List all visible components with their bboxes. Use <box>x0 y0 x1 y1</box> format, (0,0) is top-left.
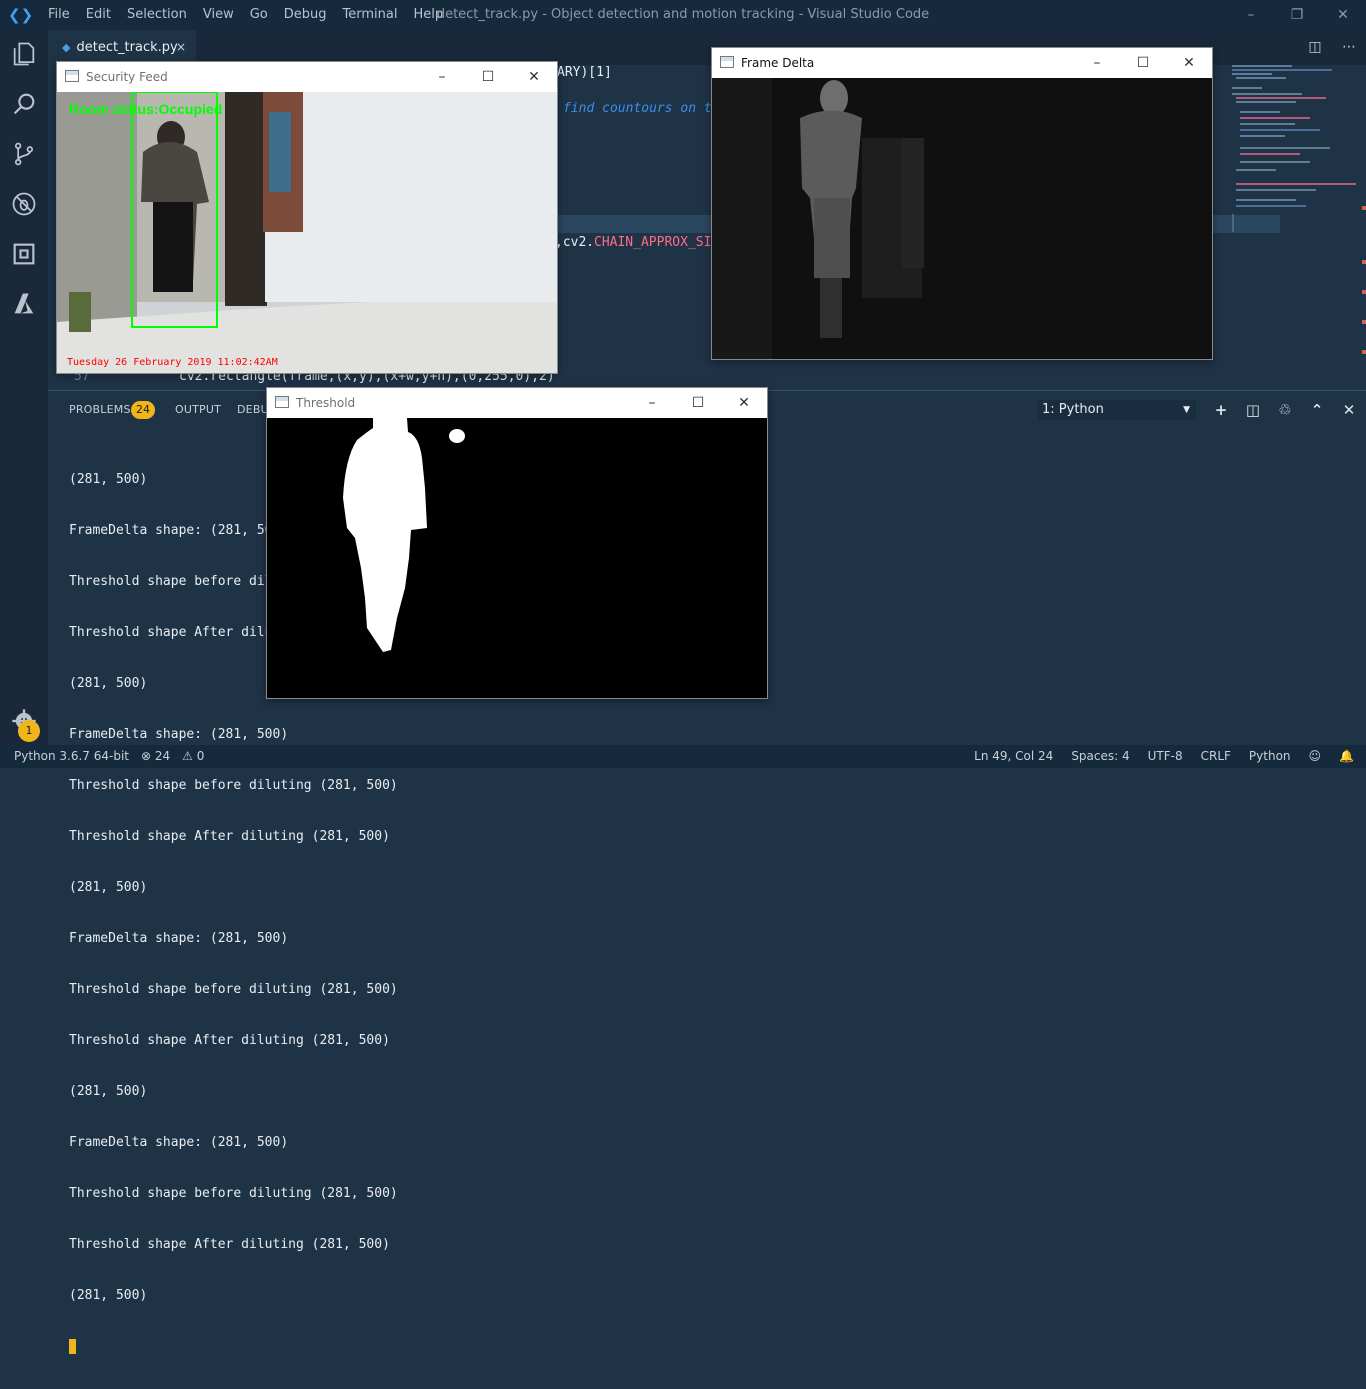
camera-frame: Room status:Occupied Tuesday 26 February… <box>57 92 557 373</box>
python-file-icon: ◆ <box>62 41 71 54</box>
problems-count-badge: 24 <box>131 401 155 419</box>
terminal-line: (281, 500) <box>69 1084 148 1099</box>
extensions-icon[interactable] <box>0 230 48 278</box>
terminal-line: Threshold shape After diluting (281, 500… <box>69 1237 390 1252</box>
terminal-line: Threshold shape before diluting (281, 50… <box>69 982 398 997</box>
more-actions-icon[interactable]: ⋯ <box>1332 30 1366 65</box>
terminal-selector[interactable]: 1: Python ▼ <box>1038 400 1196 420</box>
maximize-button[interactable]: ☐ <box>675 388 721 418</box>
terminal-cursor <box>69 1339 76 1354</box>
minimize-button[interactable]: – <box>1074 48 1120 78</box>
terminal-line: Threshold shape before diluting (281, 50… <box>69 1186 398 1201</box>
split-editor-icon[interactable]: ◫ <box>1298 30 1332 65</box>
menu-terminal[interactable]: Terminal <box>335 0 406 30</box>
threshold-window[interactable]: Threshold – ☐ ✕ <box>266 387 768 699</box>
kill-terminal-icon[interactable]: ♲ <box>1269 391 1301 429</box>
camera-image: Room status:Occupied Tuesday 26 February… <box>57 92 557 373</box>
search-icon[interactable] <box>0 80 48 128</box>
tab-output[interactable]: OUTPUT <box>175 403 221 416</box>
window-titlebar[interactable]: Security Feed – ☐ ✕ <box>57 62 557 92</box>
terminal-line: FrameDelta shape: (281, 500) <box>69 931 289 946</box>
cursor-position[interactable]: Ln 49, Col 24 <box>974 745 1053 768</box>
threshold-image <box>267 418 767 698</box>
split-terminal-icon[interactable]: ◫ <box>1237 391 1269 429</box>
terminal-line: Threshold shape After diluting (281, 500… <box>69 829 390 844</box>
vscode-logo-icon: ❮❯ <box>8 6 34 24</box>
code-constant: CHAIN_APPROX_SI <box>594 235 712 250</box>
minimap-viewport <box>1232 214 1234 232</box>
menu-debug[interactable]: Debug <box>276 0 335 30</box>
manage-badge: 1 <box>18 720 40 742</box>
security-feed-window[interactable]: Security Feed – ☐ ✕ Room status:Occupied… <box>56 61 558 374</box>
menu-edit[interactable]: Edit <box>78 0 119 30</box>
minimize-button[interactable]: – <box>629 388 675 418</box>
menu-selection[interactable]: Selection <box>119 0 195 30</box>
maximize-panel-icon[interactable]: ⌃ <box>1301 391 1333 429</box>
terminal-line: (281, 500) <box>69 880 148 895</box>
window-titlebar[interactable]: Frame Delta – ☐ ✕ <box>712 48 1212 78</box>
menu-go[interactable]: Go <box>242 0 276 30</box>
close-button[interactable]: ✕ <box>721 388 767 418</box>
maximize-button[interactable]: ☐ <box>465 62 511 92</box>
activity-bar: 1 <box>0 30 48 745</box>
indentation[interactable]: Spaces: 4 <box>1071 745 1129 768</box>
minimize-button[interactable]: – <box>419 62 465 92</box>
explorer-icon[interactable] <box>0 30 48 78</box>
window-app-icon <box>275 396 289 408</box>
window-app-icon <box>65 70 79 82</box>
code-fragment: ARY)[1] <box>557 65 612 80</box>
terminal-selector-value: 1: Python <box>1042 402 1104 417</box>
tab-close-icon[interactable]: × <box>176 30 186 65</box>
feedback-smiley-icon[interactable]: ☺ <box>1309 745 1322 768</box>
terminal-line: Threshold shape After diluting (281, 500… <box>69 1033 390 1048</box>
minimap[interactable] <box>1232 65 1358 215</box>
debug-icon[interactable] <box>0 180 48 228</box>
close-button[interactable]: ✕ <box>1320 0 1366 30</box>
window-app-icon <box>720 56 734 68</box>
language-mode[interactable]: Python <box>1249 745 1291 768</box>
terminal-line: Threshold shape before diluting (281, 50… <box>69 778 398 793</box>
line-ending[interactable]: CRLF <box>1201 745 1231 768</box>
menu-bar: File Edit Selection View Go Debug Termin… <box>40 0 451 30</box>
status-bar: Python 3.6.7 64-bit ⊗ 24 ⚠ 0 Ln 49, Col … <box>0 745 1366 768</box>
tab-detect-track[interactable]: ◆ detect_track.py × <box>48 30 196 65</box>
timestamp-overlay: Tuesday 26 February 2019 11:02:42AM <box>67 357 278 368</box>
restore-button[interactable]: ❐ <box>1274 0 1320 30</box>
close-panel-icon[interactable]: ✕ <box>1333 391 1365 429</box>
tab-label: detect_track.py <box>76 40 178 55</box>
new-terminal-icon[interactable]: + <box>1205 391 1237 429</box>
source-control-icon[interactable] <box>0 130 48 178</box>
chevron-down-icon: ▼ <box>1183 405 1190 415</box>
code-fragment: ,cv2. <box>555 235 595 250</box>
window-title: Frame Delta <box>741 56 815 70</box>
code-comment: find countours on t <box>563 101 712 116</box>
frame-delta-image <box>712 78 1212 359</box>
menu-file[interactable]: File <box>40 0 78 30</box>
close-button[interactable]: ✕ <box>511 62 557 92</box>
terminal-line: (281, 500) <box>69 1288 148 1303</box>
frame-delta-window[interactable]: Frame Delta – ☐ ✕ <box>711 47 1213 360</box>
problems-warnings[interactable]: ⚠ 0 <box>182 745 204 768</box>
title-bar: ❮❯ File Edit Selection View Go Debug Ter… <box>0 0 1366 30</box>
window-title: Threshold <box>296 396 356 410</box>
terminal-line: FrameDelta shape: (281, 500) <box>69 1135 289 1150</box>
notifications-bell-icon[interactable]: 🔔 <box>1339 745 1354 768</box>
window-titlebar[interactable]: Threshold – ☐ ✕ <box>267 388 767 418</box>
maximize-button[interactable]: ☐ <box>1120 48 1166 78</box>
azure-icon[interactable] <box>0 280 48 328</box>
minimize-button[interactable]: – <box>1228 0 1274 30</box>
python-interpreter[interactable]: Python 3.6.7 64-bit <box>14 745 129 768</box>
window-title: Security Feed <box>86 70 168 84</box>
problems-errors[interactable]: ⊗ 24 <box>141 745 170 768</box>
menu-view[interactable]: View <box>195 0 242 30</box>
tab-problems[interactable]: PROBLEMS <box>69 403 131 416</box>
terminal-line: FrameDelta shape: (281, 500) <box>69 727 289 742</box>
room-status-overlay: Room status:Occupied <box>69 101 222 117</box>
encoding[interactable]: UTF-8 <box>1148 745 1183 768</box>
menu-help[interactable]: Help <box>405 0 451 30</box>
close-button[interactable]: ✕ <box>1166 48 1212 78</box>
